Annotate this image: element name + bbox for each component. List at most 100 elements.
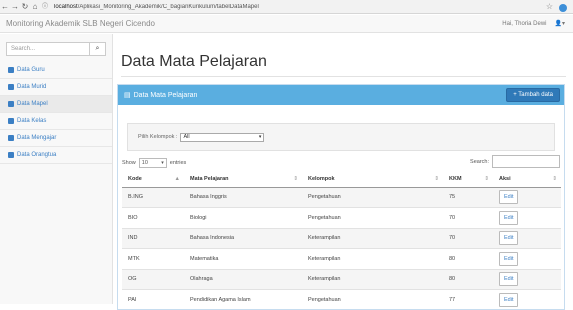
- panel-title: Data Mata Pelajaran: [134, 92, 198, 99]
- app-brand[interactable]: Monitoring Akademik SLB Negeri Cicendo: [6, 19, 155, 28]
- chevron-down-icon: ▾: [259, 134, 262, 140]
- edit-button[interactable]: Edit: [499, 231, 518, 245]
- cell-aksi: Edit: [493, 290, 561, 310]
- cell-aksi: Edit: [493, 249, 561, 270]
- url-host: localhost: [54, 4, 78, 10]
- table-search: Search:: [470, 155, 560, 168]
- page-length: Show 10 ▾ entries: [122, 158, 186, 168]
- sidebar-item-label: Data Mengajar: [17, 135, 56, 141]
- table-row: BIO Biologi Pengetahuan 70 Edit: [122, 208, 561, 229]
- table-row: PAI Pendidikan Agama Islam Pengetahuan 7…: [122, 290, 561, 310]
- column-header-kkm[interactable]: KKM⇕: [443, 172, 493, 187]
- column-label: Kode: [128, 176, 142, 182]
- column-label: Mata Pelajaran: [190, 176, 229, 182]
- sidebar-item-murid[interactable]: Data Murid: [0, 79, 112, 96]
- sidebar-item-label: Data Guru: [17, 67, 45, 73]
- data-panel: ▤ Data Mata Pelajaran + Tambah data Pili…: [117, 84, 565, 310]
- cell-kkm: 80: [443, 269, 493, 290]
- reload-icon[interactable]: ↻: [20, 0, 30, 14]
- extension-icon[interactable]: [559, 4, 567, 12]
- users-icon: [8, 84, 14, 90]
- cell-kkm: 70: [443, 228, 493, 249]
- cell-kode: IND: [122, 228, 184, 249]
- table-header-row: Kode▲ Mata Pelajaran⇕ Kelompok⇕ KKM⇕ Aks…: [122, 172, 561, 187]
- show-label: Show: [122, 160, 136, 166]
- search-icon[interactable]: ⌕: [89, 43, 105, 55]
- edit-button[interactable]: Edit: [499, 293, 518, 307]
- column-label: Aksi: [499, 176, 511, 182]
- filter-bar: Pilih Kelompok : All ▾: [127, 123, 555, 151]
- sidebar-search: Search... ⌕: [6, 42, 106, 56]
- table-row: MTK Matematika Keterampilan 80 Edit: [122, 249, 561, 270]
- sort-icon: ⇕: [552, 176, 557, 182]
- cell-kode: BIO: [122, 208, 184, 229]
- home-icon[interactable]: ⌂: [30, 0, 40, 14]
- table-icon: ▤: [124, 91, 131, 99]
- cell-aksi: Edit: [493, 187, 561, 208]
- sidebar-item-guru[interactable]: Data Guru: [0, 62, 112, 79]
- search-label: Search:: [470, 159, 489, 165]
- sidebar-item-mengajar[interactable]: Data Mengajar: [0, 130, 112, 147]
- mapel-table: Kode▲ Mata Pelajaran⇕ Kelompok⇕ KKM⇕ Aks…: [122, 172, 561, 310]
- column-header-aksi[interactable]: Aksi ⇕: [493, 172, 561, 187]
- url-path: /Aplikasi_Monitoring_Akademik/C_bagianKu…: [78, 4, 259, 10]
- cell-mapel: Pendidikan Agama Islam: [184, 290, 302, 310]
- column-header-kelompok[interactable]: Kelompok⇕: [302, 172, 443, 187]
- cell-kkm: 70: [443, 208, 493, 229]
- table-row: IND Bahasa Indonesia Keterampilan 70 Edi…: [122, 228, 561, 249]
- cell-kelompok: Pengetahuan: [302, 290, 443, 310]
- sort-icon: ⇕: [434, 176, 439, 182]
- divider: [121, 76, 566, 77]
- edit-button[interactable]: Edit: [499, 272, 518, 286]
- cell-aksi: Edit: [493, 228, 561, 249]
- sidebar-item-kelas[interactable]: Data Kelas: [0, 113, 112, 130]
- column-header-mapel[interactable]: Mata Pelajaran⇕: [184, 172, 302, 187]
- forward-icon[interactable]: →: [10, 0, 20, 14]
- cell-mapel: Matematika: [184, 249, 302, 270]
- main-content: Data Mata Pelajaran ▤ Data Mata Pelajara…: [114, 34, 573, 304]
- sidebar-item-orangtua[interactable]: Data Orangtua: [0, 147, 112, 164]
- entries-select[interactable]: 10 ▾: [139, 158, 167, 168]
- sort-icon: ⇕: [484, 176, 489, 182]
- browser-toolbar: ← → ↻ ⌂ ⓘ localhost/Aplikasi_Monitoring_…: [0, 0, 573, 14]
- page-title: Data Mata Pelajaran: [121, 53, 267, 71]
- cell-mapel: Bahasa Indonesia: [184, 228, 302, 249]
- back-icon[interactable]: ←: [0, 0, 10, 14]
- table-icon: [8, 135, 14, 141]
- table-search-input[interactable]: [492, 155, 560, 168]
- cell-aksi: Edit: [493, 208, 561, 229]
- cell-kkm: 80: [443, 249, 493, 270]
- table-icon: [8, 118, 14, 124]
- sidebar: Search... ⌕ Data Guru Data Murid Data Ma…: [0, 34, 113, 304]
- star-icon[interactable]: ☆: [546, 2, 553, 12]
- edit-button[interactable]: Edit: [499, 211, 518, 225]
- entries-select-value: 10: [142, 160, 148, 166]
- cell-aksi: Edit: [493, 269, 561, 290]
- table-row: B.ING Bahasa Inggris Pengetahuan 75 Edit: [122, 187, 561, 208]
- filter-label: Pilih Kelompok :: [138, 134, 177, 140]
- user-menu[interactable]: Hai, Thoria Dewi 👤▾: [502, 20, 565, 27]
- add-data-button[interactable]: + Tambah data: [506, 88, 560, 102]
- kelompok-select-value: All: [183, 134, 189, 140]
- users-icon: [8, 67, 14, 73]
- book-icon: [8, 101, 14, 107]
- cell-mapel: Olahraga: [184, 269, 302, 290]
- info-icon[interactable]: ⓘ: [40, 0, 50, 14]
- search-input[interactable]: Search...: [7, 46, 89, 52]
- chevron-down-icon: ▾: [161, 160, 164, 166]
- sidebar-item-label: Data Mapel: [17, 101, 48, 107]
- user-icon: 👤▾: [555, 20, 565, 27]
- sidebar-item-label: Data Kelas: [17, 118, 46, 124]
- edit-button[interactable]: Edit: [499, 190, 518, 204]
- edit-button[interactable]: Edit: [499, 252, 518, 266]
- cell-kkm: 75: [443, 187, 493, 208]
- sidebar-item-mapel[interactable]: Data Mapel: [0, 96, 112, 113]
- sidebar-item-label: Data Murid: [17, 84, 46, 90]
- cell-kelompok: Keterampilan: [302, 269, 443, 290]
- cell-mapel: Biologi: [184, 208, 302, 229]
- sort-asc-icon: ▲: [175, 176, 180, 182]
- cell-kkm: 77: [443, 290, 493, 310]
- column-header-kode[interactable]: Kode ▲: [122, 172, 184, 187]
- address-bar[interactable]: localhost/Aplikasi_Monitoring_Akademik/C…: [54, 4, 546, 10]
- kelompok-select[interactable]: All ▾: [180, 133, 264, 142]
